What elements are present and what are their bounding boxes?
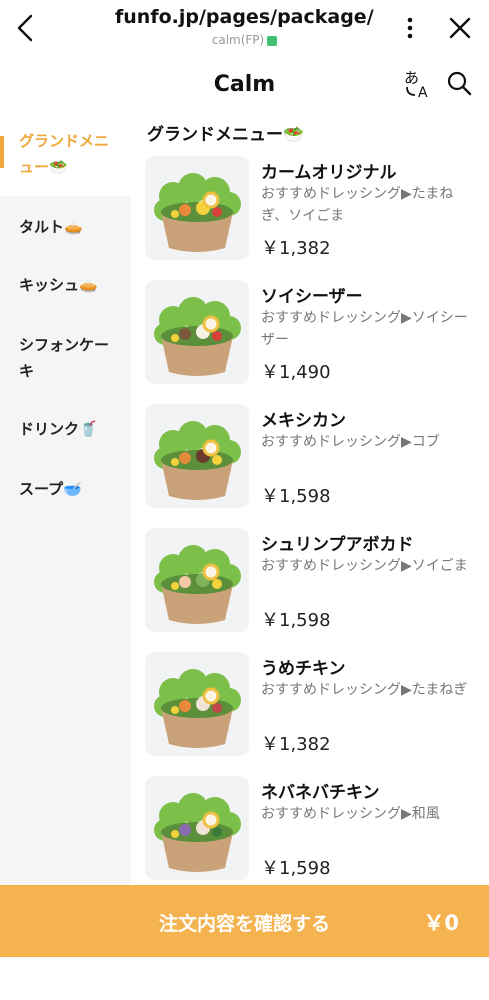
- menu-item[interactable]: ソイシーザー おすすめドレッシング▶ソイシーザー ￥1,490: [145, 280, 485, 388]
- menu-item-desc: おすすめドレッシング▶たまねぎ: [261, 682, 468, 698]
- sidebar-item-label: タルト🥧: [19, 218, 83, 236]
- menu-item-price: ￥1,382: [261, 734, 331, 755]
- secure-badge-icon: [267, 35, 278, 46]
- menu-item[interactable]: メキシカン おすすめドレッシング▶コブ ￥1,598: [145, 404, 485, 512]
- salad-bowl-icon: [145, 652, 249, 756]
- menu-item-price: ￥1,598: [261, 486, 331, 507]
- sidebar-item-drink[interactable]: ドリンク🥤: [0, 416, 131, 442]
- menu-item[interactable]: ネバネバチキン おすすめドレッシング▶和風 ￥1,598: [145, 776, 485, 884]
- menu-item[interactable]: シュリンプアボカド おすすめドレッシング▶ソイごま ￥1,598: [145, 528, 485, 636]
- sidebar-item-grand-menu[interactable]: グランドメニュー🥗: [0, 112, 131, 196]
- order-total: ￥0: [423, 911, 459, 935]
- sidebar-item-label: キッシュ🥧: [19, 276, 98, 294]
- menu-item-name: ソイシーザー: [261, 287, 363, 307]
- sidebar-item-chiffon-cake[interactable]: シフォンケーキ: [0, 332, 131, 384]
- confirm-order-label: 注文内容を確認する: [158, 913, 330, 935]
- svg-text:A: A: [418, 85, 428, 100]
- menu-item[interactable]: カームオリジナル おすすめドレッシング▶たまねぎ、ソイごま ￥1,382: [145, 156, 485, 264]
- sidebar-item-label: シフォンケーキ: [19, 336, 110, 380]
- menu-list: グランドメニュー🥗 カームオリジナル おすすめドレッシング▶たまねぎ、ソイごま …: [131, 112, 489, 885]
- menu-item-desc: おすすめドレッシング▶和風: [261, 806, 440, 822]
- menu-item-name: うめチキン: [261, 659, 346, 679]
- menu-item-name: カームオリジナル: [261, 163, 397, 183]
- sidebar-item-quiche[interactable]: キッシュ🥧: [0, 272, 131, 298]
- browser-bar: funfo.jp/pages/package/... calm(FP): [0, 0, 489, 56]
- menu-item-desc: おすすめドレッシング▶コブ: [261, 434, 440, 450]
- menu-item-name: シュリンプアボカド: [261, 535, 414, 555]
- sidebar-item-label: グランドメニュー🥗: [19, 132, 110, 176]
- menu-item-desc: おすすめドレッシング▶ソイシーザー: [261, 310, 468, 348]
- sidebar-item-label: スープ🥣: [19, 480, 82, 498]
- menu-item-name: メキシカン: [261, 411, 346, 431]
- close-icon[interactable]: [446, 14, 474, 42]
- menu-item-price: ￥1,382: [261, 238, 331, 259]
- salad-bowl-icon: [145, 528, 249, 632]
- menu-item[interactable]: うめチキン おすすめドレッシング▶たまねぎ ￥1,382: [145, 652, 485, 760]
- confirm-order-button[interactable]: 注文内容を確認する ￥0: [0, 885, 489, 957]
- menu-item-price: ￥1,598: [261, 858, 331, 879]
- menu-item-desc: おすすめドレッシング▶たまねぎ、ソイごま: [261, 186, 454, 224]
- menu-item-name: ネバネバチキン: [261, 783, 380, 803]
- salad-bowl-icon: [145, 280, 249, 384]
- svg-text:あ: あ: [404, 69, 419, 87]
- browser-url[interactable]: funfo.jp/pages/package/...: [115, 6, 375, 28]
- category-sidebar: グランドメニュー🥗 タルト🥧 キッシュ🥧 シフォンケーキ ドリンク🥤 スープ🥣: [0, 112, 131, 885]
- salad-bowl-icon: [145, 776, 249, 880]
- site-name: calm(FP): [211, 33, 265, 47]
- section-title: グランドメニュー🥗: [147, 125, 305, 145]
- more-vertical-icon[interactable]: [400, 12, 420, 42]
- menu-item-price: ￥1,490: [261, 362, 331, 383]
- app-header: Calm あ A: [0, 56, 489, 112]
- menu-item-price: ￥1,598: [261, 610, 331, 631]
- bottom-safe-area: [0, 957, 489, 1000]
- active-indicator: [0, 136, 4, 168]
- sidebar-item-label: ドリンク🥤: [19, 420, 98, 438]
- sidebar-item-tart[interactable]: タルト🥧: [0, 214, 131, 240]
- translate-icon[interactable]: あ A: [403, 68, 433, 101]
- menu-item-desc: おすすめドレッシング▶ソイごま: [261, 558, 468, 574]
- search-icon[interactable]: [446, 70, 472, 96]
- salad-bowl-icon: [145, 156, 249, 260]
- salad-bowl-icon: [145, 404, 249, 508]
- sidebar-item-soup[interactable]: スープ🥣: [0, 476, 131, 502]
